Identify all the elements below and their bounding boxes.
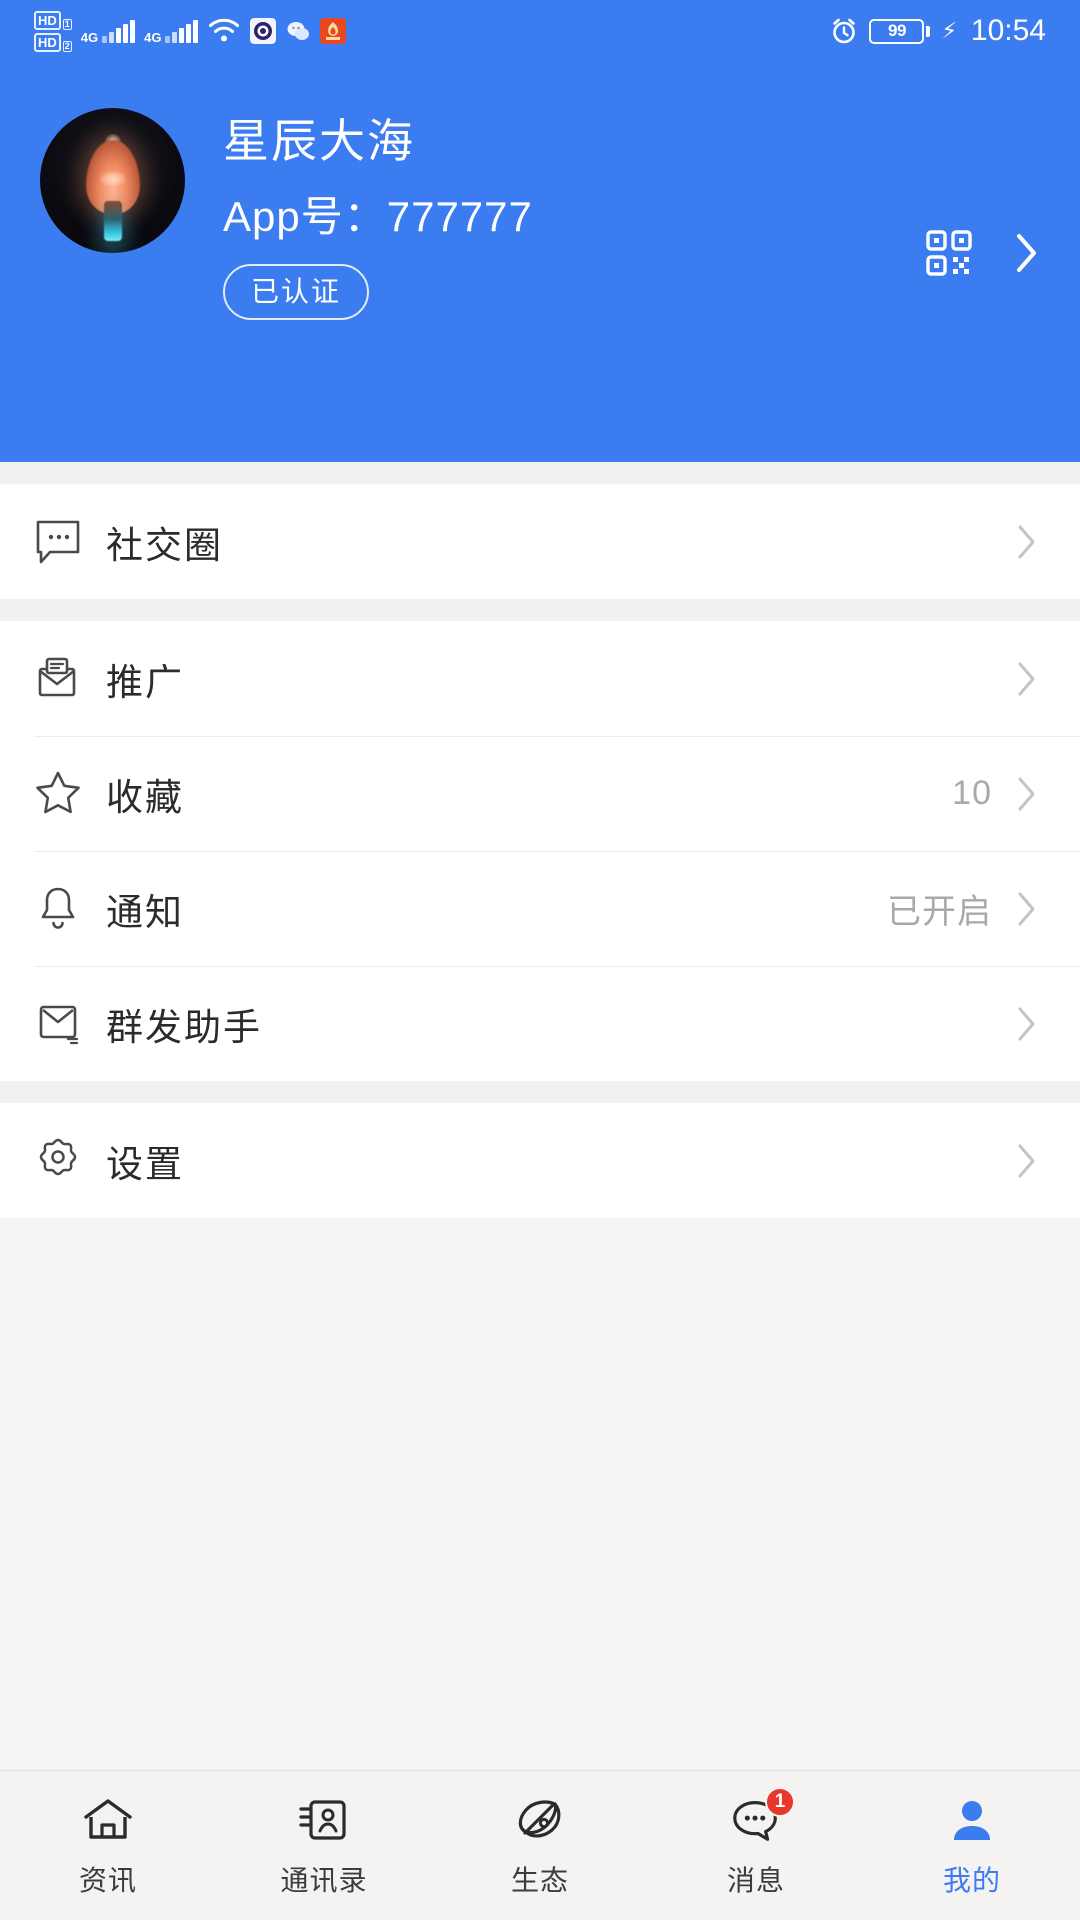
signal-bars-1 xyxy=(102,19,136,43)
tab-mine[interactable]: 我的 xyxy=(864,1771,1080,1920)
hd-sim-number-2: 2 xyxy=(62,40,72,52)
avatar[interactable] xyxy=(40,108,185,253)
signal-bars-2 xyxy=(165,19,199,43)
wechat-icon xyxy=(285,18,311,44)
hd-indicators: HD 1 HD 2 xyxy=(34,10,72,52)
app-id-label: App号： xyxy=(223,193,387,240)
chat-bubble-icon: 1 xyxy=(729,1786,795,1847)
section-social: 社交圈 xyxy=(0,484,1080,599)
section-gap-1 xyxy=(0,462,1080,484)
menu-item-promotion[interactable]: 推广 xyxy=(0,621,1080,736)
alarm-clock-icon xyxy=(829,16,859,46)
profile-username: 星辰大海 xyxy=(223,115,415,167)
avatar-lantern-base xyxy=(103,200,122,241)
tab-news[interactable]: 资讯 xyxy=(0,1771,216,1920)
tab-contacts[interactable]: 通讯录 xyxy=(216,1771,432,1920)
tab-label: 消息 xyxy=(726,1864,785,1896)
section-gap-3 xyxy=(0,1081,1080,1103)
network-type-1: 4G xyxy=(80,30,99,45)
open-envelope-icon xyxy=(34,653,90,705)
chevron-right-icon xyxy=(1016,660,1038,698)
hd-sim1-icon: HD 1 xyxy=(34,10,72,30)
unread-badge: 1 xyxy=(765,1786,795,1817)
star-icon xyxy=(34,769,90,819)
menu-item-label: 推广 xyxy=(106,661,184,703)
qr-code-icon[interactable] xyxy=(926,230,972,276)
bell-icon xyxy=(34,883,90,935)
status-bar-right: 99 ⚡ 10:54 xyxy=(829,14,1046,48)
chevron-right-icon xyxy=(1016,775,1038,813)
chevron-right-icon xyxy=(1016,1005,1038,1043)
notification-app-icon xyxy=(320,18,347,44)
menu-item-label: 收藏 xyxy=(106,776,184,818)
app-badge-icon xyxy=(250,18,277,44)
status-bar-clock: 10:54 xyxy=(970,14,1046,47)
bottom-tab-bar: 资讯 通讯录 生态 1 消息 我的 xyxy=(0,1770,1080,1920)
person-icon xyxy=(945,1793,999,1847)
battery-cap xyxy=(926,25,931,37)
menu-item-label: 社交圈 xyxy=(106,524,223,566)
tab-label: 通讯录 xyxy=(280,1864,368,1896)
hd-label-2: HD xyxy=(34,32,61,52)
hd-label-1: HD xyxy=(34,10,61,30)
tab-messages[interactable]: 1 消息 xyxy=(648,1771,864,1920)
menu-item-favorites[interactable]: 收藏 10 xyxy=(0,736,1080,851)
tab-label: 生态 xyxy=(510,1864,569,1896)
menu-item-value: 已开启 xyxy=(887,893,992,931)
charging-bolt-icon: ⚡ xyxy=(941,18,957,43)
menu-item-settings[interactable]: 设置 xyxy=(0,1103,1080,1218)
section-tools: 推广 收藏 10 通知 已开启 群发助手 xyxy=(0,621,1080,1081)
menu-item-label: 通知 xyxy=(106,891,184,933)
status-bar: HD 1 HD 2 4G 4G 99 ⚡ 10:54 xyxy=(0,0,1080,62)
menu-item-label: 设置 xyxy=(106,1143,184,1185)
profile-actions xyxy=(926,230,1040,276)
profile-info: 星辰大海 App号：777777 已认证 xyxy=(223,108,533,320)
chevron-right-icon xyxy=(1016,1142,1038,1180)
contact-card-icon xyxy=(297,1793,351,1847)
status-bar-left: HD 1 HD 2 4G 4G xyxy=(34,10,347,52)
chevron-right-icon xyxy=(1016,890,1038,928)
signal-sim1-icon: 4G xyxy=(80,19,136,45)
hd-sim2-icon: HD 2 xyxy=(34,32,72,52)
wifi-icon xyxy=(207,18,241,44)
signal-sim2-icon: 4G xyxy=(144,19,199,45)
menu-item-label: 群发助手 xyxy=(106,1006,262,1048)
chat-bubble-dots-icon xyxy=(34,518,90,566)
menu-item-notifications[interactable]: 通知 已开启 xyxy=(0,851,1080,966)
menu-item-social-circle[interactable]: 社交圈 xyxy=(0,484,1080,599)
profile-header[interactable]: 星辰大海 App号：777777 已认证 xyxy=(0,62,1080,462)
home-icon xyxy=(81,1793,135,1847)
envelope-icon xyxy=(34,999,90,1049)
status-badge: 已认证 xyxy=(223,264,370,320)
tab-label: 资讯 xyxy=(78,1864,137,1896)
chevron-right-icon xyxy=(1016,523,1038,561)
section-settings: 设置 xyxy=(0,1103,1080,1218)
battery-level: 99 xyxy=(869,18,925,44)
battery-indicator: 99 xyxy=(869,18,931,44)
ecology-icon xyxy=(513,1793,567,1847)
menu-item-value: 10 xyxy=(952,774,992,812)
section-gap-2 xyxy=(0,599,1080,621)
app-id-value: 777777 xyxy=(386,193,533,240)
tab-ecology[interactable]: 生态 xyxy=(432,1771,648,1920)
tab-label: 我的 xyxy=(942,1864,1001,1896)
hd-sim-number-1: 1 xyxy=(62,18,72,30)
menu-item-mass-message[interactable]: 群发助手 xyxy=(0,966,1080,1081)
chevron-right-icon[interactable] xyxy=(1014,230,1040,276)
app-screen: HD 1 HD 2 4G 4G 99 ⚡ 10:54 星辰大海 App号：777… xyxy=(0,0,1080,1920)
gear-icon xyxy=(34,1135,90,1187)
network-type-2: 4G xyxy=(144,30,162,45)
profile-app-id: App号：777777 xyxy=(223,192,533,242)
